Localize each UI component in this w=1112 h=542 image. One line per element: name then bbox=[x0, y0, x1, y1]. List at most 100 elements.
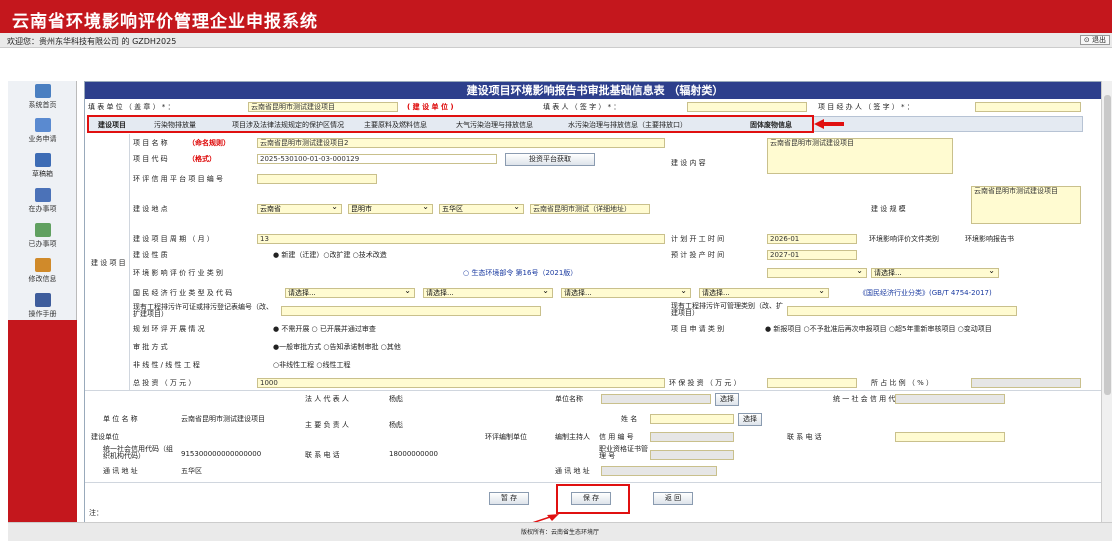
platform-input[interactable] bbox=[257, 174, 377, 184]
district-select[interactable]: 五华区 bbox=[439, 203, 524, 214]
host-name-label: 姓 名 bbox=[621, 415, 638, 423]
prod-label: 预 计 投 产 时 间 bbox=[671, 251, 725, 259]
sidebar-item-label: 业务申请 bbox=[28, 135, 57, 143]
industry-select-2[interactable]: 请选择... bbox=[871, 267, 999, 278]
apply-radios[interactable]: ● 新报项目 ○不予批准后再次申报项目 ○超5年重新审核项目 ○变动项目 bbox=[765, 324, 992, 334]
sidebar: 系统首页 业务申请 草稿箱 在办事项 已办事项 修改信息 操作手册 bbox=[8, 81, 77, 531]
ratio-label: 所 占 比 例 （ % ） bbox=[871, 379, 934, 387]
province-select[interactable]: 云南省 bbox=[257, 203, 342, 214]
check-icon bbox=[34, 223, 51, 237]
total-input[interactable]: 1000 bbox=[257, 378, 665, 388]
permit-input[interactable] bbox=[281, 306, 541, 316]
host-cert-label: 职业资格证书管 理 号 bbox=[599, 445, 648, 460]
econ-select-3[interactable]: 请选择... bbox=[561, 287, 691, 298]
econ-select-1[interactable]: 请选择... bbox=[285, 287, 415, 298]
welcome-bar: 欢迎您：贵州东华科技有限公司 的 GZDH2025 ⊙ 退出 bbox=[0, 33, 1112, 48]
legal-value: 杨彪 bbox=[389, 395, 403, 403]
host-label: 编制主持人 bbox=[555, 433, 590, 441]
env-label: 环 保 投 资 （ 万 元 ） bbox=[669, 379, 741, 387]
industry-select-1[interactable] bbox=[767, 267, 867, 278]
edit-icon bbox=[34, 118, 51, 132]
location-label: 建 设 地 点 bbox=[133, 205, 168, 213]
sidebar-item-home[interactable]: 系统首页 bbox=[8, 84, 77, 110]
project-name-input[interactable]: 云南省昆明市测试建设项目2 bbox=[257, 138, 665, 148]
top-banner: 云南省环境影响评价管理企业申报系统 bbox=[0, 0, 1112, 33]
host-name-input[interactable] bbox=[650, 414, 734, 424]
org-addr-label: 通 讯 地 址 bbox=[555, 467, 590, 475]
monitor-icon bbox=[34, 84, 51, 98]
app-title: 云南省环境影响评价管理企业申报系统 bbox=[12, 12, 318, 32]
sidebar-item-done[interactable]: 已办事项 bbox=[8, 223, 77, 249]
nature-label: 建 设 性 质 bbox=[133, 251, 168, 259]
fetch-code-button[interactable]: 投资平台获取 bbox=[505, 153, 595, 166]
divider bbox=[85, 482, 1105, 483]
doc-value: 环境影响报告书 bbox=[965, 235, 1014, 243]
save-highlight bbox=[556, 484, 630, 514]
prod-input[interactable]: 2027-01 bbox=[767, 250, 857, 260]
linear-radios[interactable]: ○非线性工程 ○线性工程 bbox=[273, 360, 350, 370]
folder-icon bbox=[34, 153, 51, 167]
content-input[interactable]: 云南省昆明市测试建设项目 bbox=[767, 138, 953, 174]
scale-label: 建 设 规 模 bbox=[871, 205, 906, 213]
note-label: 注： bbox=[89, 509, 103, 517]
econ-link[interactable]: 《国民经济行业分类》(GB/T 4754-2017) bbox=[859, 288, 992, 298]
addr-label: 通 讯 地 址 bbox=[103, 467, 138, 475]
exit-button[interactable]: ⊙ 退出 bbox=[1079, 35, 1110, 45]
sidebar-item-manual[interactable]: 操作手册 bbox=[8, 293, 77, 319]
sidebar-item-label: 系统首页 bbox=[28, 101, 57, 109]
sidebar-menu: 系统首页 业务申请 草稿箱 在办事项 已办事项 修改信息 操作手册 bbox=[8, 81, 77, 320]
sidebar-item-profile[interactable]: 修改信息 bbox=[8, 258, 77, 284]
sidebar-item-label: 在办事项 bbox=[28, 205, 57, 213]
linear-label: 非 线 性 / 线 性 工 程 bbox=[133, 361, 200, 369]
divider bbox=[129, 134, 130, 390]
org-phone-input[interactable] bbox=[895, 432, 1005, 442]
build-unit-hint: ( 建 设 单 位 ) bbox=[407, 103, 454, 111]
pick-host-button[interactable]: 选择 bbox=[738, 413, 762, 426]
credit-value: 915300000000000000 bbox=[181, 450, 262, 458]
org-addr-input bbox=[601, 466, 717, 476]
nature-radios[interactable]: ● 新建（迁建）○改扩建 ○技术改造 bbox=[273, 250, 387, 260]
sidebar-item-drafts[interactable]: 草稿箱 bbox=[8, 153, 77, 179]
project-code-input[interactable]: 2025-530100-01-03-000129 bbox=[257, 154, 497, 164]
org-credit-label: 统 一 社 会 信 用 代 码 bbox=[833, 395, 905, 403]
econ-select-4[interactable]: 请选择... bbox=[699, 287, 829, 298]
sidebar-item-in-progress[interactable]: 在办事项 bbox=[8, 188, 77, 214]
resp-label: 主 要 负 责 人 bbox=[305, 421, 349, 429]
total-label: 总 投 资 （ 万 元 ） bbox=[133, 379, 196, 387]
filler-input[interactable] bbox=[687, 102, 807, 112]
tab-highlight bbox=[87, 115, 814, 133]
back-button[interactable]: 返 回 bbox=[653, 492, 693, 505]
address-input[interactable]: 云南省昆明市测试（详细地址） bbox=[530, 204, 650, 214]
name-label: 项 目 名 称 bbox=[133, 139, 168, 147]
scrollbar[interactable] bbox=[1101, 81, 1112, 522]
resp-value: 杨彪 bbox=[389, 421, 403, 429]
divider bbox=[85, 390, 1105, 391]
pick-org-button[interactable]: 选择 bbox=[715, 393, 739, 406]
users-icon bbox=[34, 258, 51, 272]
draft-button[interactable]: 暂 存 bbox=[489, 492, 529, 505]
scale-input[interactable]: 云南省昆明市测试建设项目 bbox=[971, 186, 1081, 224]
unit-name-label: 单 位 名 称 bbox=[103, 415, 138, 423]
approve-radios[interactable]: ●一般审批方式 ○告知承诺制审批 ○其他 bbox=[273, 342, 401, 352]
env-input[interactable] bbox=[767, 378, 857, 388]
arrow-left-icon bbox=[814, 119, 844, 129]
period-input[interactable]: 13 bbox=[257, 234, 665, 244]
industry-radio[interactable]: ○ 生态环境部令 第16号（2021版） bbox=[463, 268, 577, 278]
fill-unit-input[interactable]: 云南省昆明市测试建设项目 bbox=[248, 102, 398, 112]
host-cert-input bbox=[650, 450, 734, 460]
sidebar-item-label: 草稿箱 bbox=[32, 170, 53, 178]
plan-radios[interactable]: ● 不需开展 ○ 已开展并通过审查 bbox=[273, 324, 376, 334]
handler-input[interactable] bbox=[975, 102, 1081, 112]
plan-label: 规 划 环 评 开 展 情 况 bbox=[133, 325, 205, 333]
org-phone-label: 联 系 电 话 bbox=[787, 433, 822, 441]
scrollbar-thumb[interactable] bbox=[1104, 95, 1111, 395]
start-input[interactable]: 2026-01 bbox=[767, 234, 857, 244]
org-name-input bbox=[601, 394, 711, 404]
permit-type-input[interactable] bbox=[787, 306, 1017, 316]
econ-select-2[interactable]: 请选择... bbox=[423, 287, 553, 298]
city-select[interactable]: 昆明市 bbox=[348, 203, 433, 214]
sidebar-item-apply[interactable]: 业务申请 bbox=[8, 118, 77, 144]
footer: 版权所有：云南省生态环境厅 bbox=[8, 522, 1112, 541]
doc-label: 环境影响评价文件类别 bbox=[869, 235, 939, 243]
apply-label: 项 目 申 请 类 别 bbox=[671, 325, 725, 333]
